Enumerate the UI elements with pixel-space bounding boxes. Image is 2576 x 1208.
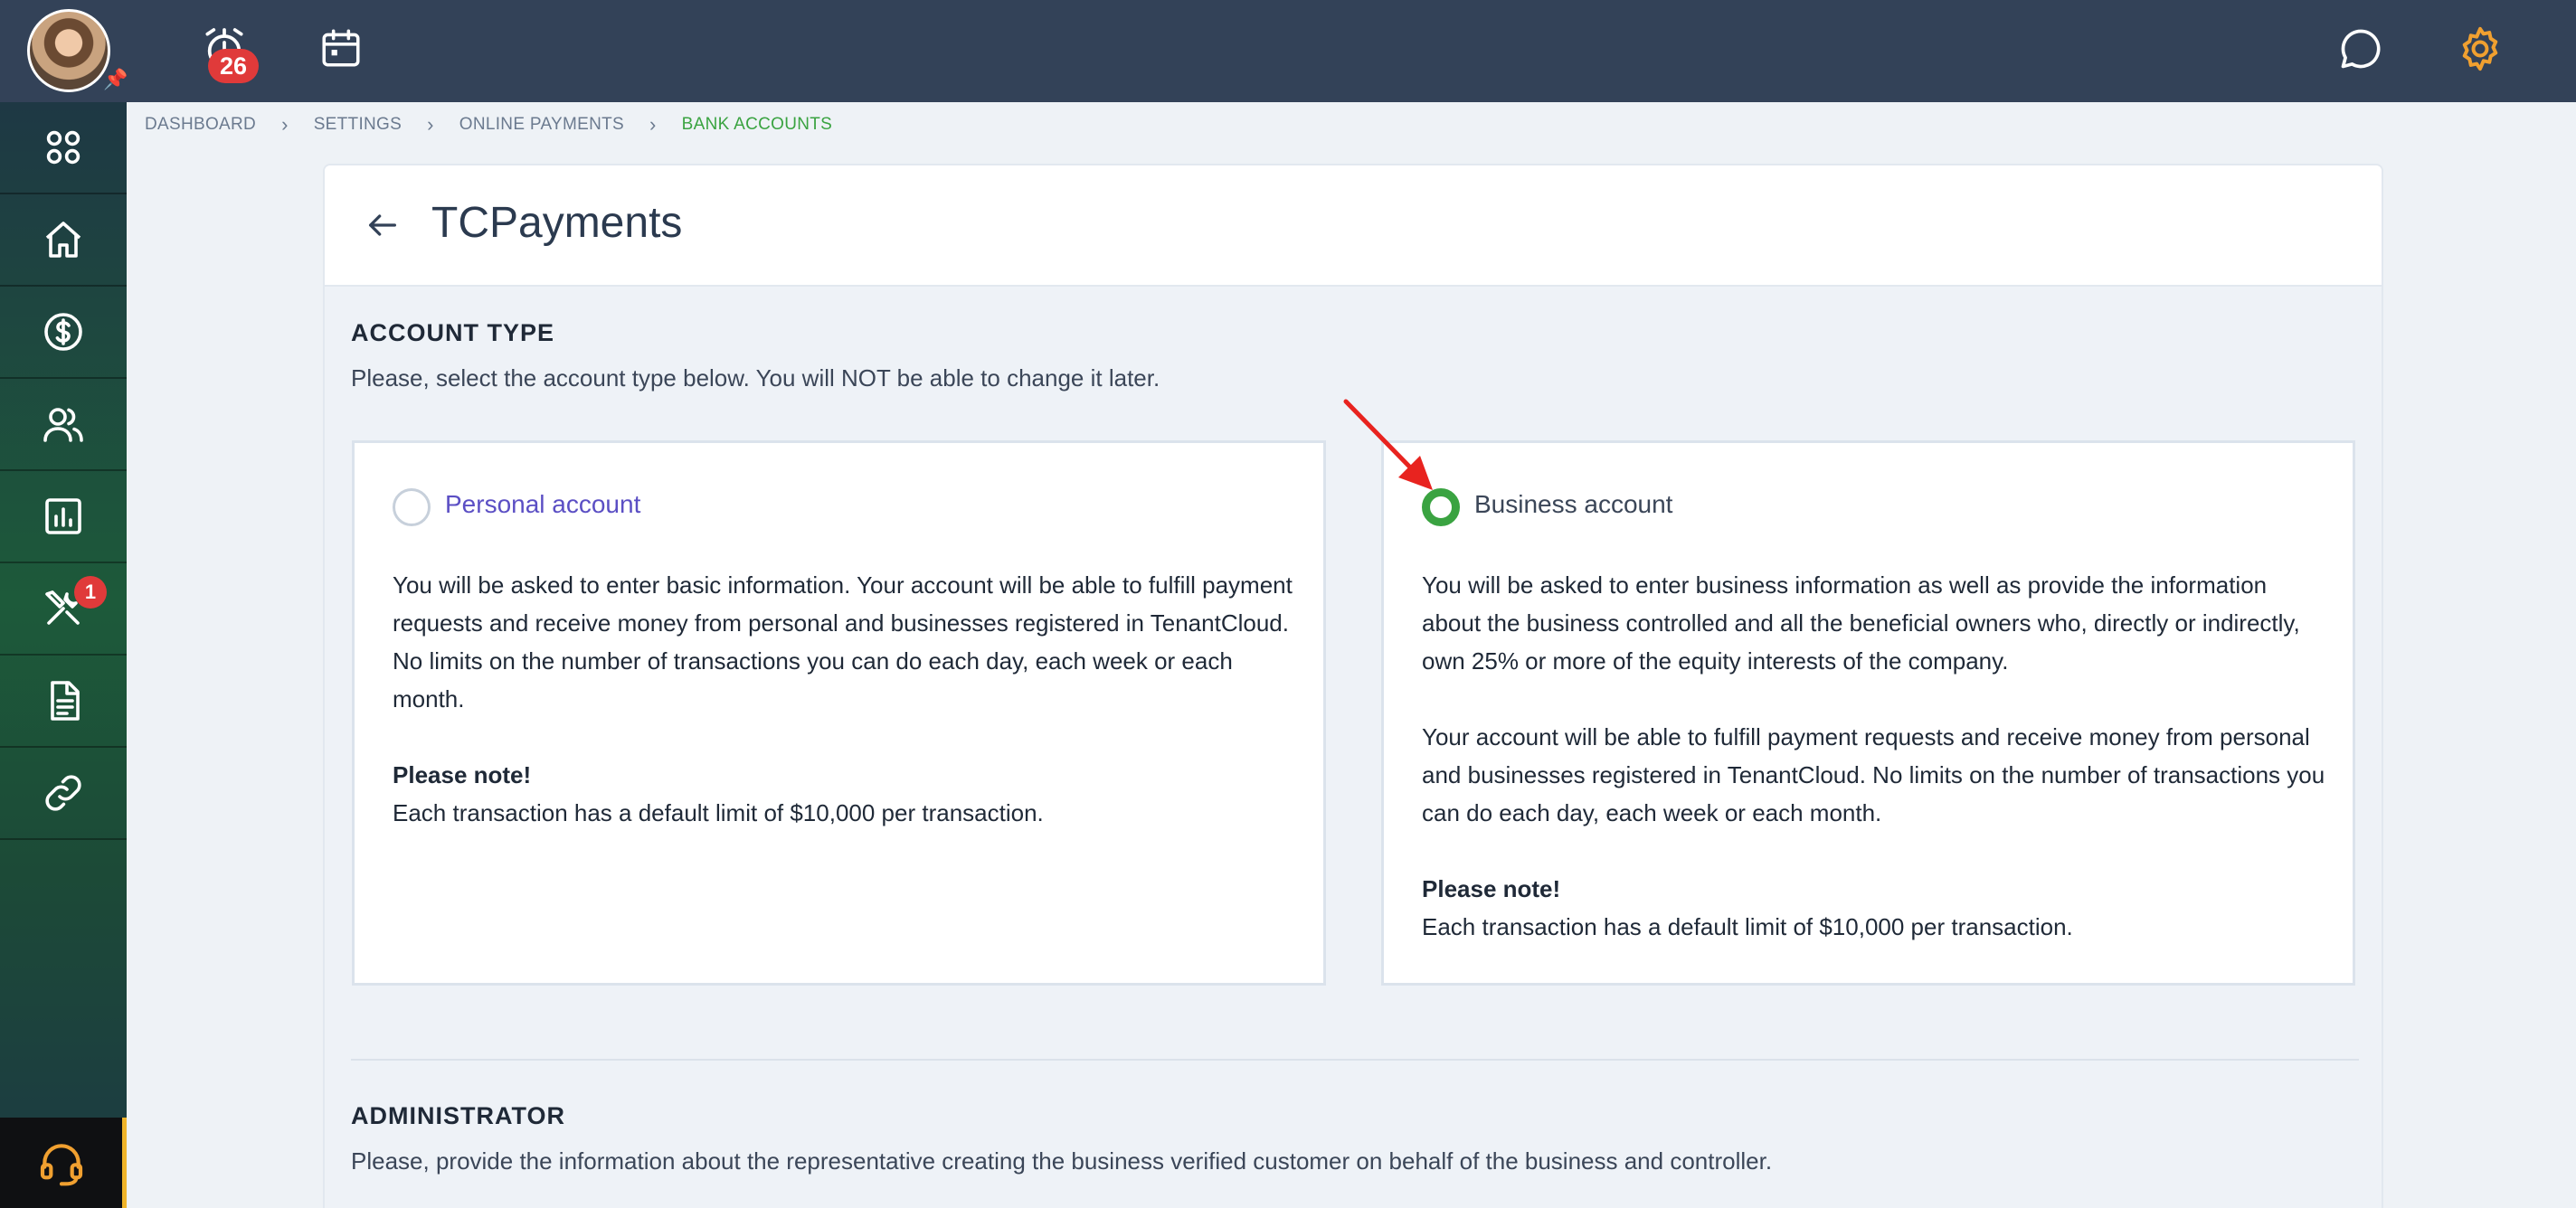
maintenance-badge: 1 — [74, 576, 107, 609]
page-title: TCPayments — [431, 199, 683, 247]
calendar-icon[interactable] — [318, 25, 364, 71]
personal-account-radio[interactable] — [393, 488, 431, 526]
business-account-paragraph-2: Your account will be able to fulfill pay… — [1422, 723, 2325, 826]
breadcrumb-bank-accounts: BANK ACCOUNTS — [681, 115, 833, 134]
apps-grid-icon — [46, 130, 80, 165]
chevron-right-icon: › — [649, 113, 657, 136]
users-icon — [43, 408, 83, 442]
personal-note-title: Please note! — [393, 761, 532, 788]
gear-icon[interactable] — [2455, 24, 2505, 74]
breadcrumb-settings[interactable]: SETTINGS — [314, 115, 402, 135]
sidebar-item-reports[interactable] — [0, 471, 127, 563]
business-account-label[interactable]: Business account — [1474, 490, 1672, 519]
sidebar-item-users[interactable] — [0, 379, 127, 471]
account-type-title: ACCOUNT TYPE — [351, 319, 555, 346]
administrator-title: ADMINISTRATOR — [351, 1102, 565, 1129]
personal-note-text: Each transaction has a default limit of … — [393, 799, 1044, 826]
sidebar-item-accounting[interactable] — [0, 287, 127, 379]
account-type-description: Please, select the account type below. Y… — [351, 364, 1160, 392]
main-card: TCPayments ACCOUNT TYPE Please, select t… — [323, 164, 2383, 1208]
reports-icon — [45, 498, 81, 534]
home-icon — [45, 222, 81, 258]
breadcrumb: DASHBOARD › SETTINGS › ONLINE PAYMENTS ›… — [145, 112, 832, 137]
document-icon — [51, 681, 80, 721]
personal-account-paragraph: You will be asked to enter basic informa… — [393, 571, 1293, 713]
headset-icon — [40, 1144, 82, 1186]
user-avatar[interactable] — [27, 9, 110, 92]
personal-account-option[interactable]: Personal account You will be asked to en… — [352, 440, 1326, 986]
administrator-description: Please, provide the information about th… — [351, 1147, 1773, 1175]
section-divider — [351, 1059, 2359, 1061]
breadcrumb-online-payments[interactable]: ONLINE PAYMENTS — [459, 115, 624, 135]
dollar-icon — [44, 313, 82, 351]
link-icon — [45, 775, 81, 811]
card-header: TCPayments — [325, 165, 2382, 287]
breadcrumb-dashboard[interactable]: DASHBOARD — [145, 115, 256, 135]
sidebar-item-apps[interactable] — [0, 102, 127, 194]
business-account-description: You will be asked to enter business info… — [1422, 566, 2326, 984]
business-note-title: Please note! — [1422, 875, 1561, 902]
sidebar-item-documents[interactable] — [0, 656, 127, 748]
business-account-paragraph-1: You will be asked to enter business info… — [1422, 571, 2300, 675]
business-note-text: Each transaction has a default limit of … — [1422, 913, 2073, 940]
sidebar-item-maintenance[interactable]: 1 — [0, 563, 127, 656]
chat-bubble-icon[interactable] — [2337, 25, 2384, 72]
business-account-radio[interactable] — [1422, 488, 1460, 526]
back-arrow-icon[interactable] — [365, 207, 401, 243]
business-account-option[interactable]: Business account You will be asked to en… — [1381, 440, 2355, 986]
red-pointer-arrow-icon — [1343, 399, 1433, 490]
sidebar: 1 — [0, 102, 127, 1208]
chevron-right-icon: › — [281, 113, 289, 136]
top-bar: 📌 26 — [0, 0, 2576, 102]
notification-badge: 26 — [208, 49, 259, 83]
sidebar-item-links[interactable] — [0, 748, 127, 840]
sidebar-item-home[interactable] — [0, 194, 127, 287]
personal-account-description: You will be asked to enter basic informa… — [393, 566, 1297, 870]
chevron-right-icon: › — [427, 113, 434, 136]
personal-account-label[interactable]: Personal account — [445, 490, 640, 519]
pin-icon[interactable]: 📌 — [103, 69, 128, 90]
support-button[interactable] — [0, 1118, 127, 1208]
